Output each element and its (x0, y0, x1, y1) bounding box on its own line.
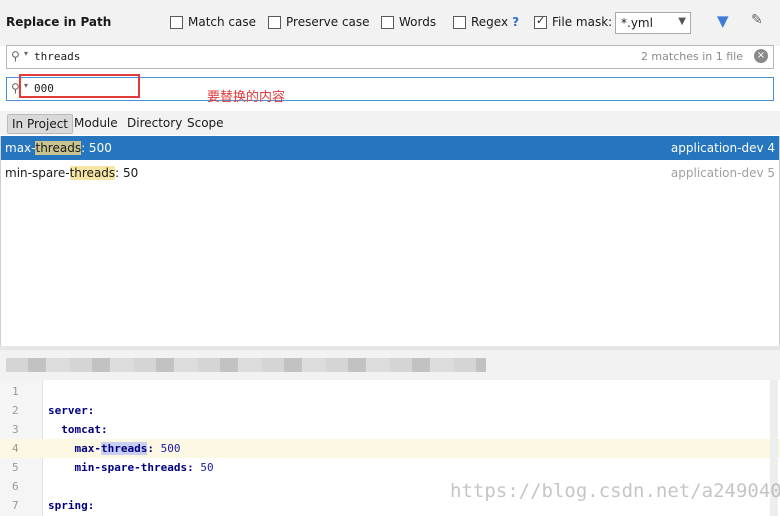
search-history-arrow-icon[interactable]: ▾ (24, 49, 28, 58)
match-case-checkbox[interactable]: Match case (170, 15, 256, 29)
result-row[interactable]: min-spare-threads: 50 application-dev 5 (1, 161, 779, 185)
search-input-value[interactable]: threads (34, 50, 80, 63)
preview-file-path-bar (0, 350, 780, 380)
checkbox-box[interactable] (453, 15, 466, 29)
annotation-text: 要替换的内容 (207, 90, 286, 105)
file-mask-select[interactable]: *.yml ▼ (615, 12, 691, 34)
clear-search-icon[interactable]: × (754, 49, 768, 63)
match-highlight: threads (35, 141, 82, 155)
code-text: max-threads: 500 (48, 442, 181, 455)
match-count: 2 matches in 1 file (640, 50, 743, 63)
annotation-highlight-box (19, 74, 140, 98)
match-highlight: threads (69, 166, 116, 180)
code-text: tomcat: (48, 423, 108, 436)
regex-help-icon[interactable]: ? (512, 15, 519, 29)
words-label: Words (399, 15, 437, 29)
code-line: 3 tomcat: (0, 420, 780, 439)
match-highlight: threads (100, 442, 148, 455)
search-field[interactable]: ⚲ ▾ threads 2 matches in 1 file × (6, 45, 774, 69)
preserve-case-checkbox[interactable]: Preserve case (268, 15, 370, 29)
line-number: 6 (12, 480, 19, 493)
tab-directory[interactable]: Directory (123, 114, 186, 132)
file-mask-value: *.yml (621, 16, 653, 30)
checkbox-box[interactable] (170, 15, 183, 29)
filter-icon[interactable]: ▼ (717, 12, 729, 30)
scope-tabs: In Project Module Directory Scope (0, 111, 780, 135)
regex-checkbox[interactable]: Regex ? (453, 15, 519, 29)
file-mask-checkbox[interactable]: File mask: (534, 14, 613, 29)
file-mask-label: File mask: (552, 15, 613, 29)
line-number: 1 (12, 385, 19, 398)
result-file: application-dev 5 (670, 166, 775, 180)
result-text: max-threads: 500 (5, 141, 112, 155)
line-number: 4 (12, 442, 19, 455)
line-number: 5 (12, 461, 19, 474)
pin-icon[interactable]: ✎ (751, 12, 763, 28)
blurred-file-path (6, 358, 486, 372)
checkbox-box-checked[interactable] (534, 14, 547, 29)
checkbox-box[interactable] (381, 15, 394, 29)
code-line: 5 min-spare-threads: 50 (0, 458, 780, 477)
result-file: application-dev 4 (670, 141, 775, 155)
match-case-label: Match case (188, 15, 257, 29)
code-text: spring: (48, 499, 95, 512)
tab-module[interactable]: Module (70, 114, 122, 132)
checkbox-box[interactable] (268, 15, 281, 29)
dialog-title: Replace in Path (6, 15, 112, 29)
line-number: 2 (12, 404, 19, 417)
code-text: server: (48, 404, 95, 417)
result-text: min-spare-threads: 50 (5, 166, 139, 180)
dialog-header: Replace in Path Match case Preserve case… (0, 0, 780, 46)
preserve-case-label: Preserve case (286, 15, 370, 29)
code-line: 2 server: (0, 401, 780, 420)
regex-label: Regex (471, 15, 509, 29)
code-line-current: 4 max-threads: 500 (0, 439, 780, 458)
code-text: min-spare-threads: 50 (48, 461, 214, 474)
code-line: 1 (0, 382, 780, 401)
results-list: max-threads: 500 application-dev 4 min-s… (0, 136, 780, 346)
words-checkbox[interactable]: Words (381, 15, 436, 29)
line-number: 3 (12, 423, 19, 436)
line-number: 7 (12, 499, 19, 512)
search-icon[interactable]: ⚲ (11, 49, 20, 63)
tab-in-project[interactable]: In Project (7, 114, 74, 134)
chevron-down-icon: ▼ (678, 16, 686, 27)
watermark: https://blog.csdn.net/a249040113 (450, 480, 780, 502)
tab-scope[interactable]: Scope (183, 114, 228, 132)
result-row[interactable]: max-threads: 500 application-dev 4 (1, 136, 779, 160)
